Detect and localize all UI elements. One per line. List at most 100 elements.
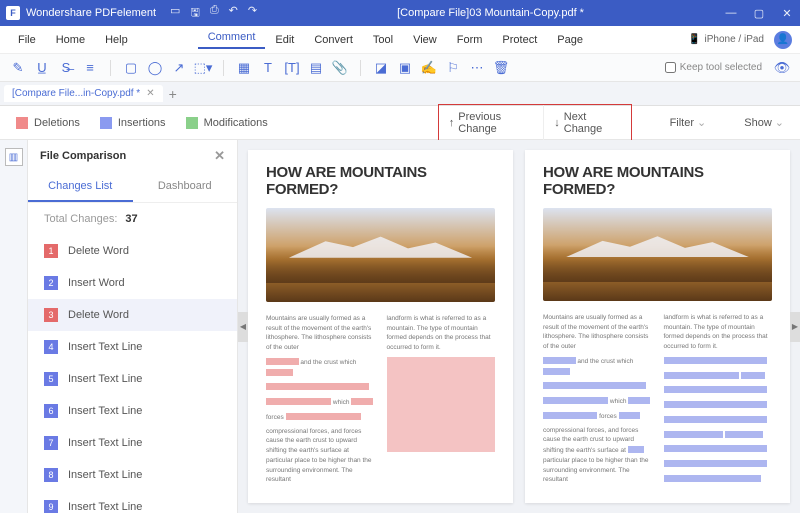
insertion-highlight: x [664,460,767,467]
change-badge: 3 [44,308,58,322]
deletion-highlight: x [266,369,293,376]
page-heading: HOW ARE MOUNTAINS FORMED? [543,164,772,198]
list-icon[interactable]: ≡ [80,58,100,78]
filter-dropdown[interactable]: Filter⌄ [670,116,707,129]
add-tab-icon[interactable]: + [169,86,177,102]
titlebar: F Wondershare PDFelement ▭ 🖫 ⎙ ↶ ↷ [Comp… [0,0,800,26]
maximize-icon[interactable]: ▢ [752,7,766,20]
show-dropdown[interactable]: Show⌄ [744,116,784,129]
keep-tool-checkbox[interactable] [665,62,676,73]
change-label: Delete Word [68,245,129,257]
save-icon[interactable]: 🖫 [190,4,199,23]
next-change-button[interactable]: ↓Next Change [544,105,630,141]
keep-tool-selected[interactable]: Keep tool selected 👁 [665,58,792,78]
canvas: ◀ HOW ARE MOUNTAINS FORMED? Mountains ar… [238,140,800,513]
change-label: Delete Word [68,309,129,321]
legend-insertions: Insertions [100,117,166,129]
minimize-icon[interactable]: ― [724,7,738,20]
change-item[interactable]: 1 Delete Word [28,235,237,267]
oval-icon[interactable]: ◯ [145,58,165,78]
document-title: [Compare File]03 Mountain-Copy.pdf * [257,7,724,19]
menu-comment[interactable]: Comment [198,31,266,49]
shapes-icon[interactable]: ⬚▾ [193,58,213,78]
textbox-icon[interactable]: [T] [282,58,302,78]
avatar[interactable]: 👤 [774,31,792,49]
undo-icon[interactable]: ↶ [229,4,238,23]
deletion-highlight: x [351,398,373,405]
sign-icon[interactable]: ✍ [419,58,439,78]
previous-change-button[interactable]: ↑Previous Change [439,105,544,141]
close-tab-icon[interactable]: ✕ [146,88,154,99]
trash-icon[interactable]: 🗑 [491,58,511,78]
scroll-left-icon[interactable]: ◀ [238,312,248,342]
callout-icon[interactable]: ▤ [306,58,326,78]
visibility-icon[interactable]: 👁 [772,58,792,78]
change-label: Insert Text Line [68,501,142,513]
menu-convert[interactable]: Convert [304,34,363,46]
document-tab-label: [Compare File...in-Copy.pdf * [12,88,140,99]
text-t-icon[interactable]: T [258,58,278,78]
menu-home[interactable]: Home [46,34,95,46]
menu-protect[interactable]: Protect [492,34,547,46]
change-item[interactable]: 2Insert Word [28,267,237,299]
deletion-highlight: x [266,398,331,405]
document-tab[interactable]: [Compare File...in-Copy.pdf * ✕ [4,85,163,102]
left-rail: ▥ [0,140,28,513]
change-item[interactable]: 4Insert Text Line [28,331,237,363]
menu-help[interactable]: Help [95,34,138,46]
change-item[interactable]: 3 Delete Word [28,299,237,331]
change-label: Insert Text Line [68,437,142,449]
close-icon[interactable]: ✕ [780,7,794,20]
page-heading: HOW ARE MOUNTAINS FORMED? [266,164,495,198]
menu-edit[interactable]: Edit [265,34,304,46]
insertion-highlight: x [741,372,765,379]
print-icon[interactable]: ⎙ [210,4,219,23]
menu-file[interactable]: File [8,34,46,46]
tab-changes-list[interactable]: Changes List [28,172,133,202]
sidebar-title: File Comparison [40,150,126,162]
insertion-highlight: x [664,401,767,408]
menubar: File Home Help Comment Edit Convert Tool… [0,26,800,54]
change-item[interactable]: 9 Insert Text Line [28,491,237,513]
insertion-highlight: x [664,431,724,438]
menu-form[interactable]: Form [447,34,493,46]
bookmark-icon[interactable]: ⚐ [443,58,463,78]
attach-icon[interactable]: 📎 [330,58,350,78]
change-badge: 9 [44,500,58,513]
strike-icon[interactable]: S̶ [56,58,76,78]
scroll-right-icon[interactable]: ▶ [790,312,800,342]
underline-icon[interactable]: U̲ [32,58,52,78]
deletion-highlight: x [286,413,362,420]
change-item[interactable]: 8Insert Text Line [28,459,237,491]
change-item[interactable]: 5Insert Text Line [28,363,237,395]
change-badge: 1 [44,244,58,258]
sidebar-close-icon[interactable]: ✕ [214,148,225,164]
menu-tool[interactable]: Tool [363,34,403,46]
quick-access-toolbar: ▭ 🖫 ⎙ ↶ ↷ [170,4,257,23]
col-1: Mountains are usually formed as a result… [543,313,652,489]
highlight-icon[interactable]: ✎ [8,58,28,78]
insertions-swatch [100,117,112,129]
change-badge: 2 [44,276,58,290]
rect-icon[interactable]: ▢ [121,58,141,78]
thumbnails-icon[interactable]: ▥ [5,148,23,166]
insertion-highlight: x [543,357,576,364]
total-changes: Total Changes:37 [28,203,237,235]
change-item[interactable]: 6Insert Text Line [28,395,237,427]
redo-icon[interactable]: ↷ [248,4,257,23]
insertion-highlight: x [543,412,597,419]
open-icon[interactable]: ▭ [170,4,180,23]
app-icon: F [6,6,20,20]
menu-page[interactable]: Page [547,34,593,46]
stamp-icon[interactable]: ▣ [395,58,415,78]
menu-view[interactable]: View [403,34,447,46]
device-link[interactable]: 📱iPhone / iPad [688,34,764,45]
change-nav: ↑Previous Change ↓Next Change [438,104,632,142]
more-icon[interactable]: ⋯ [467,58,487,78]
note-icon[interactable]: ▦ [234,58,254,78]
arrow-icon[interactable]: ↗ [169,58,189,78]
tab-dashboard[interactable]: Dashboard [133,172,238,202]
change-badge: 4 [44,340,58,354]
eraser-icon[interactable]: ◪ [371,58,391,78]
change-item[interactable]: 7Insert Text Line [28,427,237,459]
